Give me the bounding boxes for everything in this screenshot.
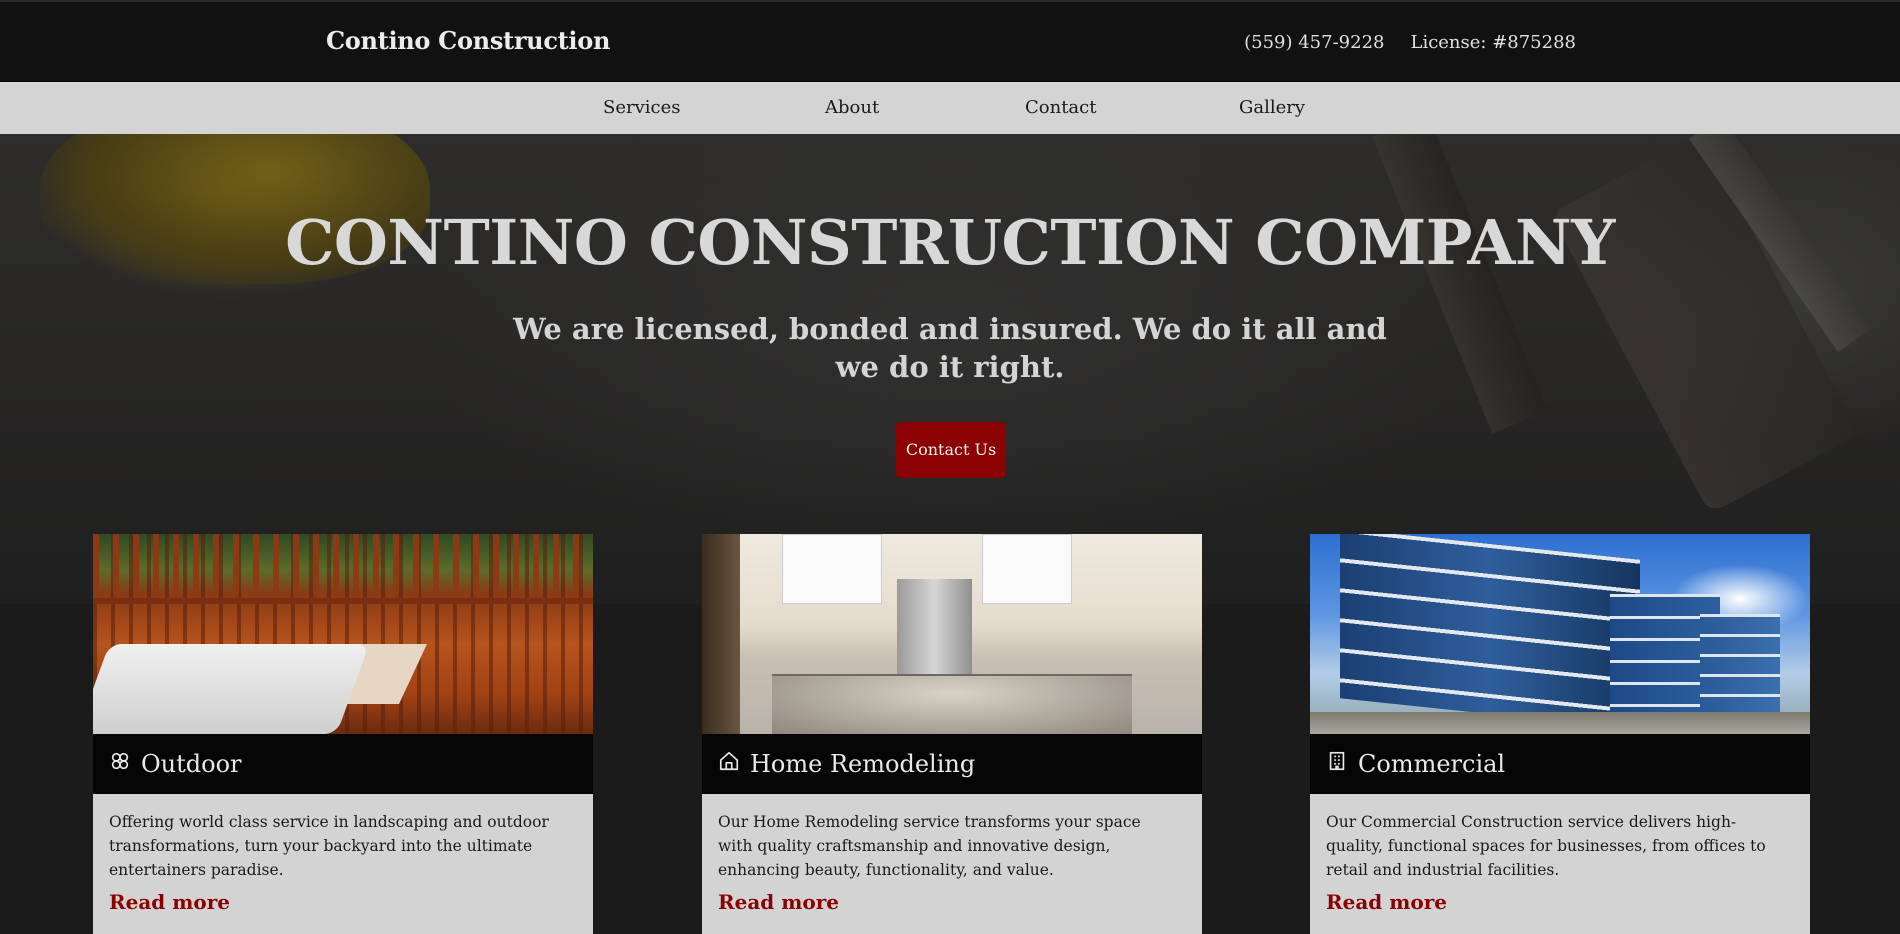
building-icon	[1326, 750, 1348, 778]
contact-us-button[interactable]: Contact Us	[896, 422, 1006, 478]
card-header: Outdoor	[93, 734, 593, 794]
read-more-link[interactable]: Read more	[109, 890, 230, 914]
card-image-kitchen	[702, 534, 1202, 734]
card-title: Commercial	[1358, 750, 1506, 778]
read-more-link[interactable]: Read more	[1326, 890, 1447, 914]
card-title: Outdoor	[141, 750, 242, 778]
hero-background-tool	[1372, 134, 1548, 434]
read-more-link[interactable]: Read more	[718, 890, 839, 914]
hero-title: CONTINO CONSTRUCTION COMPANY	[285, 206, 1615, 279]
header-contact-info: (559) 457-9228 License: #875288	[1244, 32, 1576, 53]
card-description: Our Home Remodeling service transforms y…	[718, 813, 1141, 879]
hero-subtitle: We are licensed, bonded and insured. We …	[513, 312, 1387, 384]
card-header: Commercial	[1310, 734, 1810, 794]
card-image-outdoor	[93, 534, 593, 734]
card-header: Home Remodeling	[702, 734, 1202, 794]
nav-item-about[interactable]: About	[825, 97, 879, 118]
card-image-office-building	[1310, 534, 1810, 734]
hero-background-tool	[1550, 134, 1860, 515]
card-description: Our Commercial Construction service deli…	[1326, 813, 1766, 879]
home-icon	[718, 750, 740, 778]
card-title: Home Remodeling	[750, 750, 976, 778]
service-card-commercial: Commercial Our Commercial Construction s…	[1310, 534, 1810, 934]
flower-icon	[109, 750, 131, 778]
license-number: License: #875288	[1410, 32, 1576, 53]
nav-item-services[interactable]: Services	[603, 97, 680, 118]
site-header: Contino Construction (559) 457-9228 Lice…	[0, 0, 1900, 82]
main-nav: Services About Contact Gallery	[0, 82, 1900, 134]
service-card-outdoor: Outdoor Offering world class service in …	[93, 534, 593, 934]
card-description: Offering world class service in landscap…	[109, 813, 549, 879]
service-card-home-remodeling: Home Remodeling Our Home Remodeling serv…	[702, 534, 1202, 934]
brand-logo-text[interactable]: Contino Construction	[326, 26, 610, 55]
nav-item-gallery[interactable]: Gallery	[1239, 97, 1305, 118]
phone-number[interactable]: (559) 457-9228	[1244, 32, 1384, 53]
nav-item-contact[interactable]: Contact	[1025, 97, 1096, 118]
